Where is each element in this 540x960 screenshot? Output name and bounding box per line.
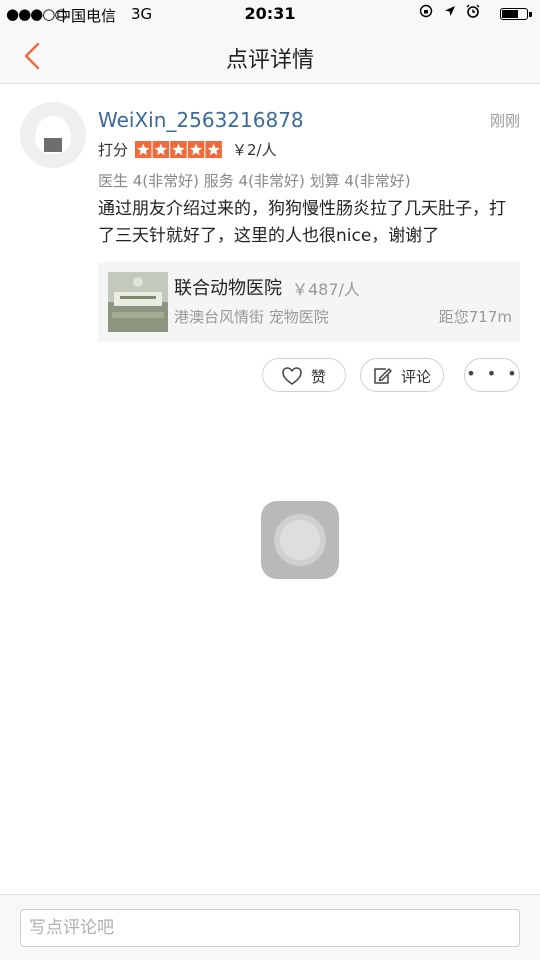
alarm-icon	[466, 4, 480, 18]
like-button[interactable]: 赞	[262, 358, 346, 392]
comment-bar	[0, 894, 540, 960]
navigation-bar: 点评详情	[0, 28, 540, 84]
business-location: 港澳台风情街 宠物医院	[174, 308, 329, 326]
default-avatar-icon	[20, 102, 86, 168]
edit-comment-icon	[374, 368, 392, 384]
status-icons	[419, 4, 480, 20]
business-name: 联合动物医院	[174, 278, 282, 299]
sub-scores: 医生 4(非常好) 服务 4(非常好) 划算 4(非常好)	[98, 172, 411, 190]
review-timestamp: 刚刚	[489, 112, 520, 130]
location-arrow-icon	[444, 6, 455, 16]
status-bar: ●●●○○ 中国电信 3G 20:31	[0, 0, 540, 28]
assistive-touch-button[interactable]	[261, 501, 339, 579]
rating-label: 打分	[98, 141, 129, 159]
username-link[interactable]: WeiXin_2563216878	[98, 108, 304, 132]
star-2	[152, 141, 170, 158]
like-label: 赞	[311, 368, 327, 386]
comment-input[interactable]	[20, 909, 520, 947]
business-photo	[108, 272, 168, 332]
avatar[interactable]	[20, 102, 86, 168]
business-card[interactable]: 联合动物医院 ￥487/人 港澳台风情街 宠物医院 距您717m	[98, 262, 520, 342]
page-title: 点评详情	[225, 48, 314, 73]
star-5	[205, 141, 222, 158]
comment-button[interactable]: 评论	[360, 358, 444, 392]
business-price: ￥487/人	[292, 280, 360, 299]
star-3	[170, 141, 187, 158]
more-dots-icon: • • •	[466, 364, 520, 383]
battery-icon	[500, 8, 532, 20]
comment-label: 评论	[401, 368, 432, 386]
business-distance: 距您717m	[438, 308, 512, 326]
star-4	[187, 141, 205, 158]
battery-level	[502, 10, 518, 18]
clinic-photo-icon	[108, 272, 168, 332]
star-1	[135, 141, 152, 158]
price-per-person: ￥2/人	[232, 141, 277, 159]
more-button[interactable]: • • •	[464, 358, 520, 392]
review-text: 通过朋友介绍过来的，狗狗慢性肠炎拉了几天肚子，打了三天针就好了，这里的人也很ni…	[98, 199, 506, 246]
star-rating	[135, 141, 222, 158]
heart-icon	[282, 367, 302, 385]
assistive-touch-inner-ring	[280, 520, 320, 560]
rotation-lock-icon	[419, 4, 433, 18]
